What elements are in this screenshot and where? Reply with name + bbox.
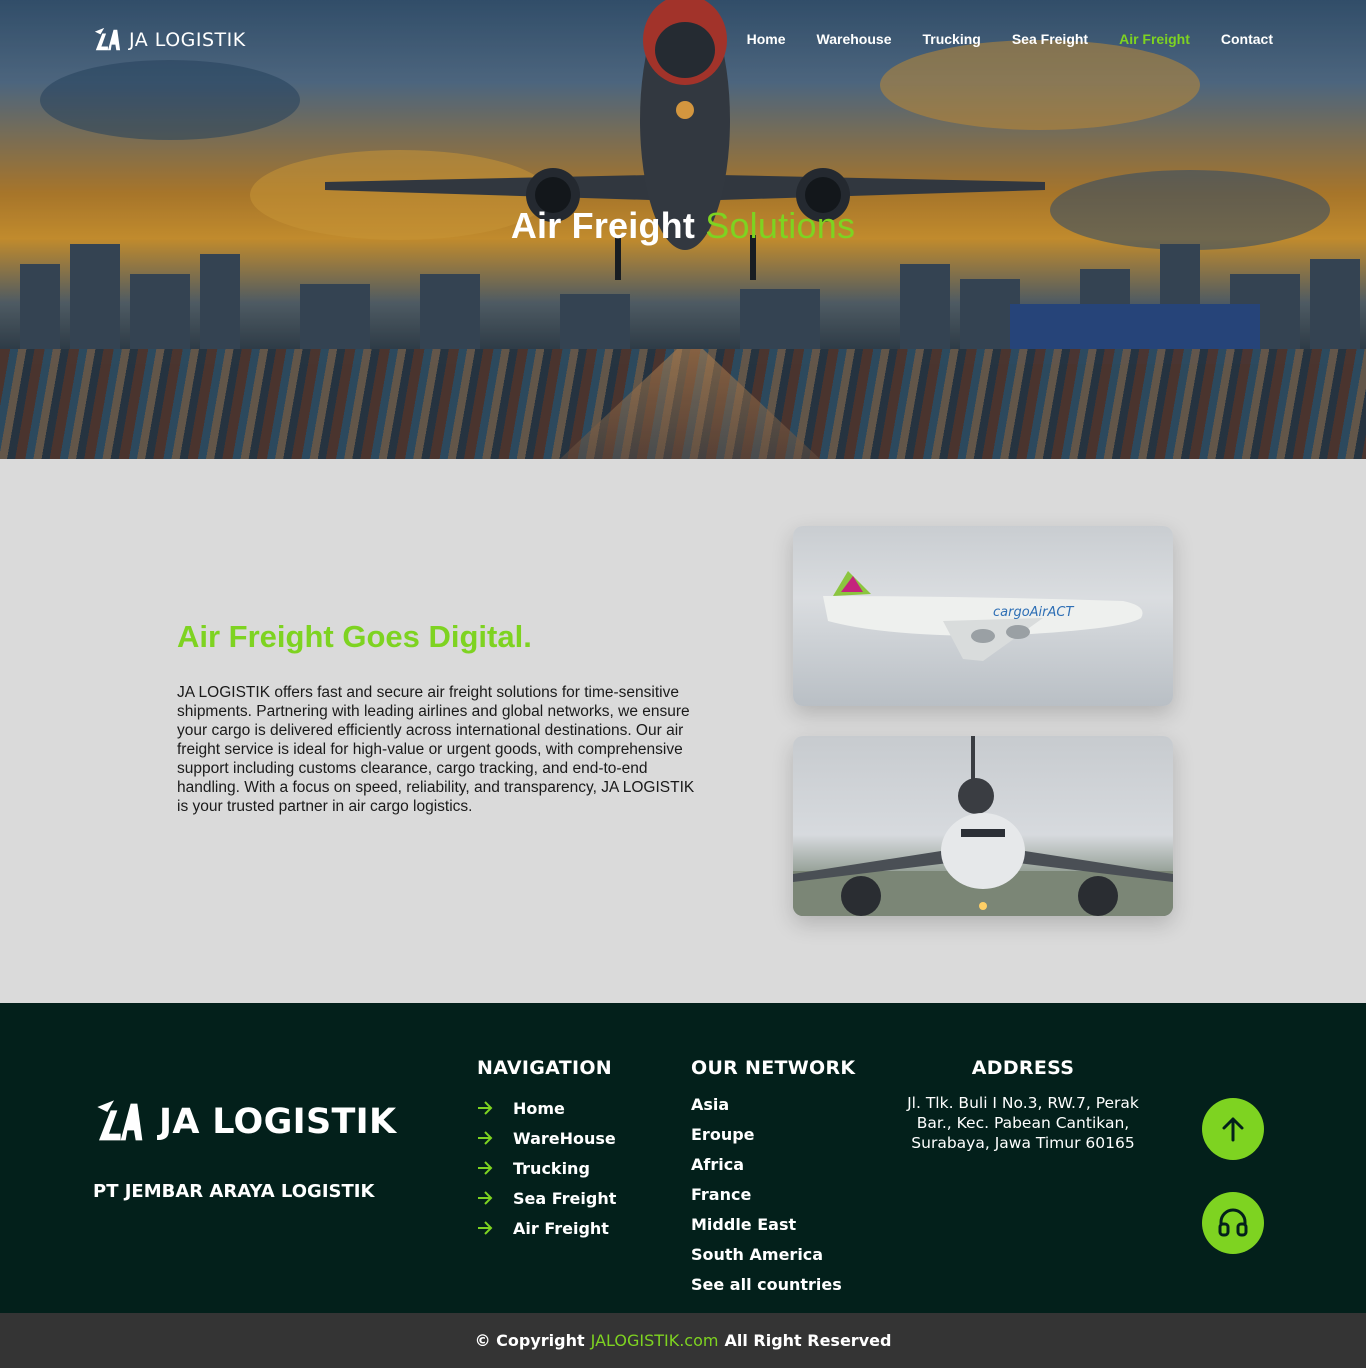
- footer-nav-label: Sea Freight: [513, 1188, 617, 1208]
- headset-icon: [1218, 1208, 1248, 1237]
- see-all-countries-link[interactable]: See all countries: [691, 1273, 842, 1303]
- copyright-bar: © Copyright JALOGISTIK.com All Right Res…: [0, 1313, 1366, 1368]
- footer-nav-air-freight[interactable]: Air Freight: [477, 1213, 616, 1243]
- footer-brand-logo[interactable]: JA LOGISTIK: [93, 1097, 396, 1147]
- arrow-right-icon: [478, 1221, 493, 1235]
- network-item-france[interactable]: France: [691, 1183, 842, 1213]
- footer-nav-label: Home: [513, 1098, 565, 1118]
- arrow-up-icon: [1222, 1117, 1244, 1142]
- section-body: JA LOGISTIK offers fast and secure air f…: [177, 684, 695, 815]
- footer-nav-label: WareHouse: [513, 1128, 616, 1148]
- section-title: Air Freight Goes Digital.: [177, 619, 532, 654]
- brand-logo[interactable]: JA LOGISTIK: [93, 26, 246, 54]
- nav-link-home[interactable]: Home: [747, 31, 786, 47]
- nav-link-warehouse[interactable]: Warehouse: [817, 31, 892, 47]
- cargo-plane-photo: cargoAirACT: [793, 526, 1173, 706]
- customer-support-button[interactable]: [1202, 1192, 1264, 1254]
- address-text: Jl. Tlk. Buli I No.3, RW.7, Perak Bar., …: [907, 1094, 1139, 1152]
- scroll-to-top-button[interactable]: [1202, 1098, 1264, 1160]
- address-heading: ADDRESS: [971, 1057, 1075, 1079]
- network-item-middle-east[interactable]: Middle East: [691, 1213, 842, 1243]
- nav-link-sea-freight[interactable]: Sea Freight: [1012, 31, 1088, 47]
- nav-link-trucking[interactable]: Trucking: [922, 31, 980, 47]
- company-name: PT JEMBAR ARAYA LOGISTIK: [93, 1181, 375, 1202]
- arrow-right-icon: [478, 1161, 493, 1175]
- arrow-right-icon: [478, 1191, 493, 1205]
- main-menu: Home Warehouse Trucking Sea Freight Air …: [716, 31, 1273, 47]
- network-item-africa[interactable]: Africa: [691, 1153, 842, 1183]
- footer-nav-home[interactable]: Home: [477, 1093, 616, 1123]
- plane-livery-text: cargoAirACT: [993, 605, 1074, 620]
- air-freight-intro: Air Freight Goes Digital. JA LOGISTIK of…: [0, 459, 1366, 1003]
- navigation-heading: NAVIGATION: [477, 1057, 612, 1079]
- nav-link-contact[interactable]: Contact: [1221, 31, 1273, 47]
- network-item-europe[interactable]: Eroupe: [691, 1123, 842, 1153]
- ja-logo-icon: [97, 1100, 143, 1141]
- network-item-south-america[interactable]: South America: [691, 1243, 842, 1273]
- nav-link-air-freight[interactable]: Air Freight: [1119, 31, 1190, 47]
- footer-navigation: Home WareHouse Trucking Sea Freight Air …: [477, 1093, 616, 1243]
- brand-name: JA LOGISTIK: [129, 29, 246, 51]
- jet-runway-photo: [793, 736, 1173, 916]
- cargo-plane-image: cargoAirACT: [823, 571, 1143, 661]
- hero-title-main: Air Freight: [510, 205, 696, 246]
- copyright-prefix: © Copyright: [474, 1331, 585, 1350]
- ja-logo-icon: [94, 27, 121, 51]
- arrow-right-icon: [478, 1131, 493, 1145]
- footer-nav-warehouse[interactable]: WareHouse: [477, 1123, 616, 1153]
- hero-banner: JA LOGISTIK Home Warehouse Trucking Sea …: [0, 0, 1366, 459]
- footer-brand-name: JA LOGISTIK: [159, 1102, 397, 1142]
- footer-nav-label: Air Freight: [513, 1218, 609, 1238]
- hero-title: Air Freight Solutions: [0, 205, 1366, 247]
- copyright-suffix: All Right Reserved: [724, 1331, 892, 1350]
- footer-network: Asia Eroupe Africa France Middle East So…: [691, 1093, 842, 1303]
- copyright-brand-link[interactable]: JALOGISTIK.com: [591, 1331, 719, 1350]
- site-footer: JA LOGISTIK PT JEMBAR ARAYA LOGISTIK NAV…: [0, 1003, 1366, 1313]
- top-navigation: JA LOGISTIK Home Warehouse Trucking Sea …: [0, 0, 1366, 80]
- jet-runway-image: [793, 736, 1173, 916]
- footer-nav-label: Trucking: [513, 1158, 590, 1178]
- network-heading: OUR NETWORK: [691, 1057, 856, 1079]
- footer-nav-sea-freight[interactable]: Sea Freight: [477, 1183, 616, 1213]
- network-item-asia[interactable]: Asia: [691, 1093, 842, 1123]
- footer-nav-trucking[interactable]: Trucking: [477, 1153, 616, 1183]
- arrow-right-icon: [478, 1101, 493, 1115]
- hero-title-accent: Solutions: [705, 205, 856, 246]
